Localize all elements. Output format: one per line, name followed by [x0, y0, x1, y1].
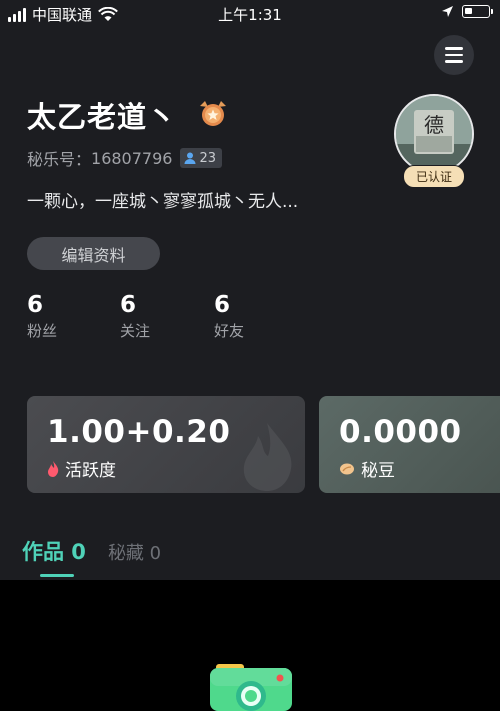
beans-value: 0.0000 [339, 414, 462, 450]
beans-card[interactable]: 0.0000 秘豆 [319, 396, 500, 493]
content-tabs: 作品 0 秘藏 0 [22, 536, 161, 577]
camera-icon [210, 664, 292, 711]
profile-name: 太乙老道丶 [27, 100, 178, 134]
stat-friends[interactable]: 6 好友 [214, 292, 244, 341]
avatar-image: 德 [396, 96, 472, 172]
stat-friends-label: 好友 [214, 322, 245, 340]
tab-works[interactable]: 作品 0 [22, 536, 86, 577]
activity-label-row: 活跃度 [47, 456, 116, 481]
avatar-container[interactable]: 德 [394, 94, 474, 174]
medal-icon [200, 101, 226, 126]
user-id-value: 16807796 [91, 148, 173, 168]
tab-hidden[interactable]: 秘藏 0 [108, 539, 161, 565]
stat-following-count: 6 [120, 292, 137, 318]
avatar-glyph: 德 [424, 113, 444, 137]
menu-icon-bar [445, 53, 463, 57]
menu-button[interactable] [434, 35, 474, 75]
menu-icon [445, 47, 463, 50]
stat-following-label: 关注 [120, 322, 151, 340]
menu-icon-bar [445, 60, 463, 63]
stat-fans-label: 粉丝 [27, 322, 58, 340]
activity-value: 1.00+0.20 [47, 414, 231, 450]
stat-friends-count: 6 [214, 292, 231, 318]
flame-icon [48, 460, 59, 477]
edit-profile-button[interactable]: 编辑资料 [27, 237, 160, 270]
badge-count: 23 [199, 150, 216, 166]
location-arrow-icon [442, 6, 453, 17]
user-id-label: 秘乐号： [27, 150, 92, 169]
user-badge[interactable]: 23 [180, 148, 222, 168]
stat-following[interactable]: 6 关注 [120, 292, 150, 341]
status-bar: 中国联通 上午1:31 [0, 0, 500, 28]
stat-fans[interactable]: 6 粉丝 [27, 292, 57, 341]
battery-icon [462, 5, 493, 18]
stat-fans-count: 6 [27, 292, 44, 318]
beans-label-row: 秘豆 [339, 456, 395, 481]
user-id-row: 秘乐号： 16807796 23 [27, 146, 222, 170]
profile-bio: 一颗心，一座城丶寥寥孤城丶无人... [27, 192, 299, 212]
activity-card[interactable]: 1.00+0.20 活跃度 [27, 396, 305, 493]
bean-icon [340, 463, 354, 474]
verified-badge: 已认证 [403, 165, 465, 188]
user-icon [184, 152, 196, 164]
beans-label: 秘豆 [361, 461, 395, 481]
status-right [441, 5, 493, 18]
avatar[interactable]: 德 [394, 94, 474, 174]
flame-watermark-icon [243, 423, 292, 491]
activity-label: 活跃度 [65, 461, 116, 481]
status-time: 上午1:31 [218, 6, 282, 24]
profile-screen: 中国联通 上午1:31 太乙老道丶 秘乐号： 16807796 23 一颗心，一… [0, 0, 500, 580]
